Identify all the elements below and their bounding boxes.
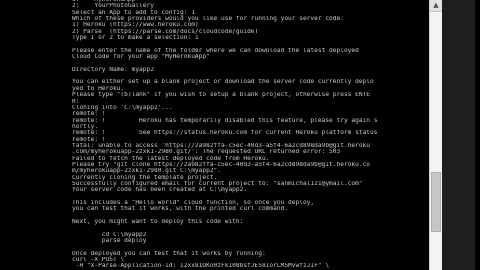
scroll-thumb[interactable] — [431, 172, 441, 232]
command-prompt-window[interactable]: 1: MyHerokuApp2: YourPhotoGallerySelect … — [62, 0, 429, 270]
screen: 1: MyHerokuApp2: YourPhotoGallerySelect … — [0, 0, 480, 270]
right-background — [442, 0, 475, 270]
scroll-up-arrow-icon[interactable]: ▲ — [430, 0, 442, 12]
scroll-track[interactable] — [430, 12, 442, 270]
console-line: remote: ! See https://status.heroku.com … — [72, 130, 378, 137]
console-line: remote: ! Heroku has temporarily disable… — [72, 117, 378, 124]
right-letterbox — [475, 0, 480, 270]
left-letterbox — [0, 0, 62, 270]
vertical-scrollbar[interactable]: ▲ — [429, 0, 442, 270]
console-output: 1: MyHerokuApp2: YourPhotoGallerySelect … — [72, 0, 429, 270]
